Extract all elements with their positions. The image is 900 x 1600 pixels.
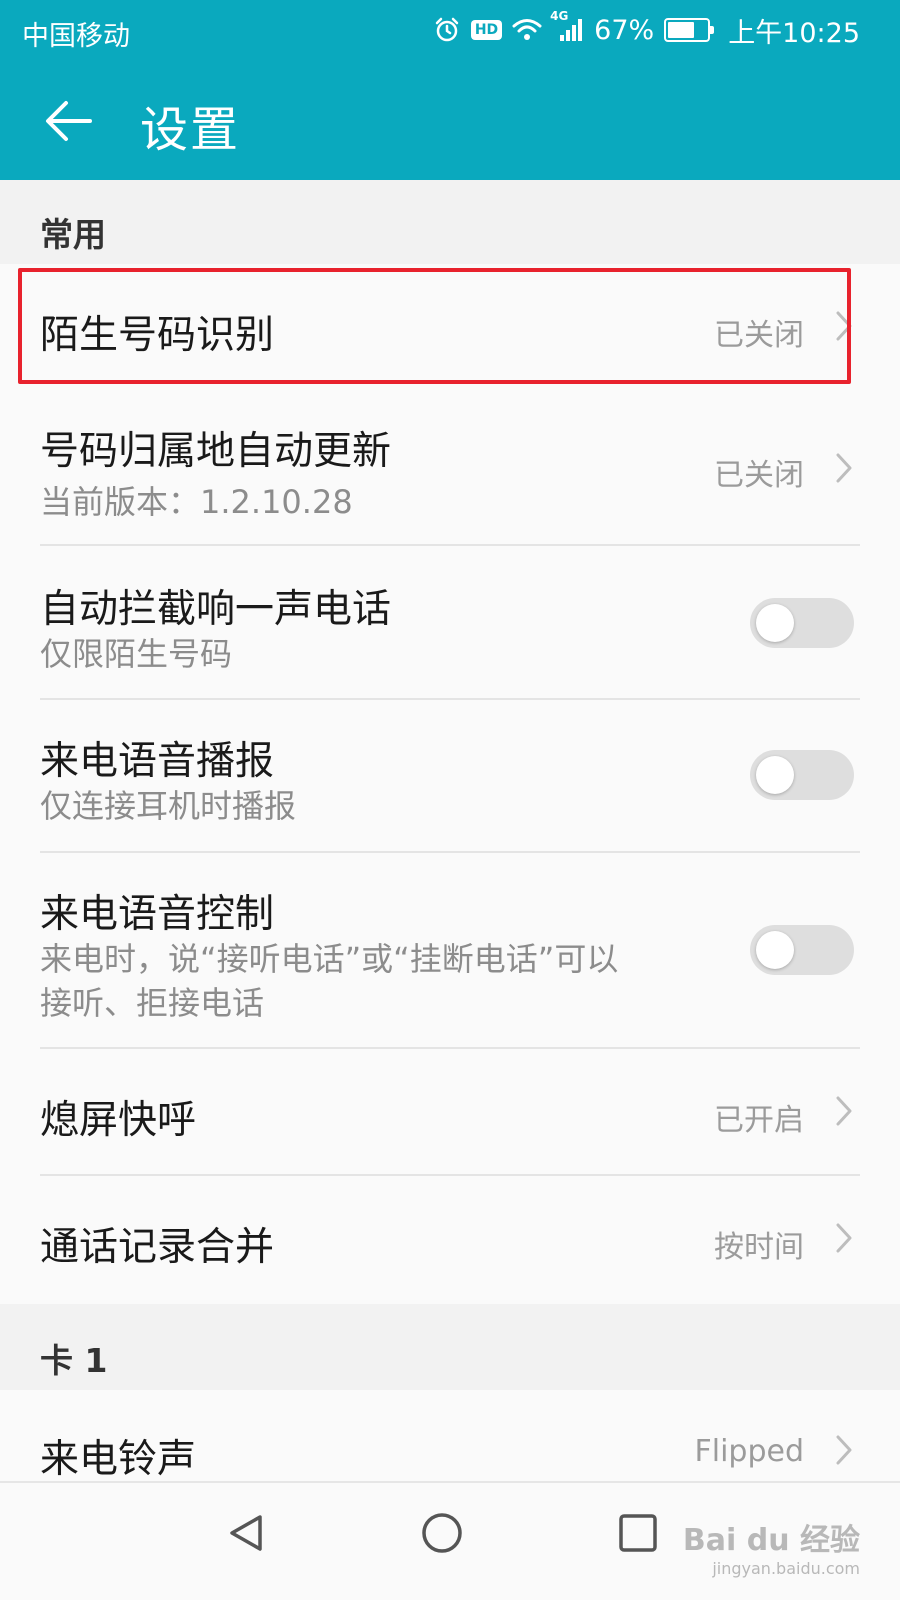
row-subtitle-line2: 接听、拒接电话 [40,984,265,1022]
chevron-right-icon [834,452,854,484]
toggle-knob [756,604,794,642]
settings-row-merge-log[interactable]: 通话记录合并 按时间 [0,1176,900,1304]
row-value: 已开启 [714,1103,804,1138]
settings-row-location-update[interactable]: 号码归属地自动更新 当前版本：1.2.10.28 已关闭 [0,388,900,546]
settings-row-voice-control[interactable]: 来电语音控制 来电时，说“接听电话”或“挂断电话”可以 接听、拒接电话 [0,853,900,1049]
row-title: 熄屏快呼 [40,1098,197,1143]
status-bar: 中国移动 HD 4G 67% 上午10:25 [0,0,900,62]
section-title: 常用 [40,215,106,254]
settings-row-screen-off-call[interactable]: 熄屏快呼 已开启 [0,1049,900,1176]
nav-back-icon[interactable] [216,1503,276,1563]
wifi-icon [512,17,542,43]
row-value: 按时间 [714,1230,804,1265]
battery-icon [664,18,715,42]
back-arrow-icon[interactable] [42,94,96,148]
toggle-knob [756,756,794,794]
battery-fill [668,22,694,38]
baidu-watermark: Bai du 经验 jingyan.baidu.com [683,1515,860,1578]
chevron-right-icon [834,1222,854,1254]
clock: 上午10:25 [728,17,860,49]
section-header-card1: 卡 1 [0,1304,900,1390]
chevron-right-icon [834,1095,854,1127]
watermark-main: Bai du 经验 [682,1523,860,1558]
settings-row-voice-broadcast[interactable]: 来电语音播报 仅连接耳机时播报 [0,700,900,853]
toggle-knob [756,931,794,969]
nav-recents-icon[interactable] [608,1503,668,1563]
nav-home-icon[interactable] [412,1503,472,1563]
battery-percent: 67% [594,14,655,46]
alarm-icon [433,16,461,44]
section-title: 卡 1 [40,1341,108,1380]
carrier-label: 中国移动 [22,21,130,52]
settings-row-ringtone[interactable]: 来电铃声 Flipped [0,1390,900,1482]
row-value: 已关闭 [714,458,804,493]
page-title: 设置 [140,102,241,158]
row-subtitle: 仅限陌生号码 [40,635,233,673]
signal-icon: 4G [550,9,584,43]
row-subtitle: 当前版本：1.2.10.28 [40,483,353,521]
row-title: 来电语音控制 [40,892,275,937]
row-title: 来电语音播报 [40,739,275,784]
hd-icon: HD [470,20,503,40]
navigation-bar: Bai du 经验 jingyan.baidu.com [0,1481,900,1600]
row-subtitle: 仅连接耳机时播报 [40,787,297,825]
chevron-right-icon [834,1434,854,1466]
app-bar: 设置 [0,62,900,180]
highlight-box [18,268,851,384]
status-icons: HD 4G 67% 上午10:25 [433,9,860,49]
network-type-label: 4G [550,9,569,23]
row-title: 来电铃声 [40,1437,197,1482]
voice-control-toggle[interactable] [750,925,854,975]
section-header-common: 常用 [0,180,900,264]
row-subtitle-line1: 来电时，说“接听电话”或“挂断电话”可以 [40,940,619,978]
row-value: Flipped [694,1434,804,1469]
row-title: 号码归属地自动更新 [40,429,392,474]
block-one-ring-toggle[interactable] [750,598,854,648]
voice-broadcast-toggle[interactable] [750,750,854,800]
row-title: 通话记录合并 [40,1225,275,1270]
watermark-sub: jingyan.baidu.com [712,1559,860,1578]
settings-row-block-one-ring[interactable]: 自动拦截响一声电话 仅限陌生号码 [0,548,900,700]
divider [40,544,860,546]
row-title: 自动拦截响一声电话 [40,587,392,632]
